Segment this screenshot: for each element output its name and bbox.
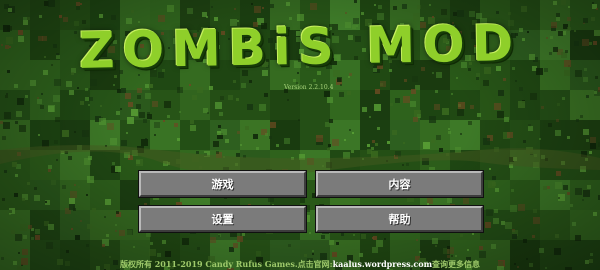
copyright-footer: 版权所有 2011-2019 Candy Rufus Games.点击官网:ka… <box>0 259 600 270</box>
version-label: Version 2.2.10.4 <box>284 84 334 91</box>
copyright-text: 版权所有 2011-2019 Candy Rufus Games.点击官网: <box>119 259 333 269</box>
game-title-logo: ZOMBiS MOD <box>78 14 522 80</box>
play-button[interactable]: 游戏 <box>139 171 306 197</box>
help-button[interactable]: 帮助 <box>316 206 483 232</box>
content-button[interactable]: 内容 <box>316 171 483 197</box>
settings-button[interactable]: 设置 <box>139 206 306 232</box>
website-link[interactable]: kaalus.wordpress.com <box>333 259 432 269</box>
more-info-text: 查询更多信息 <box>432 259 481 269</box>
